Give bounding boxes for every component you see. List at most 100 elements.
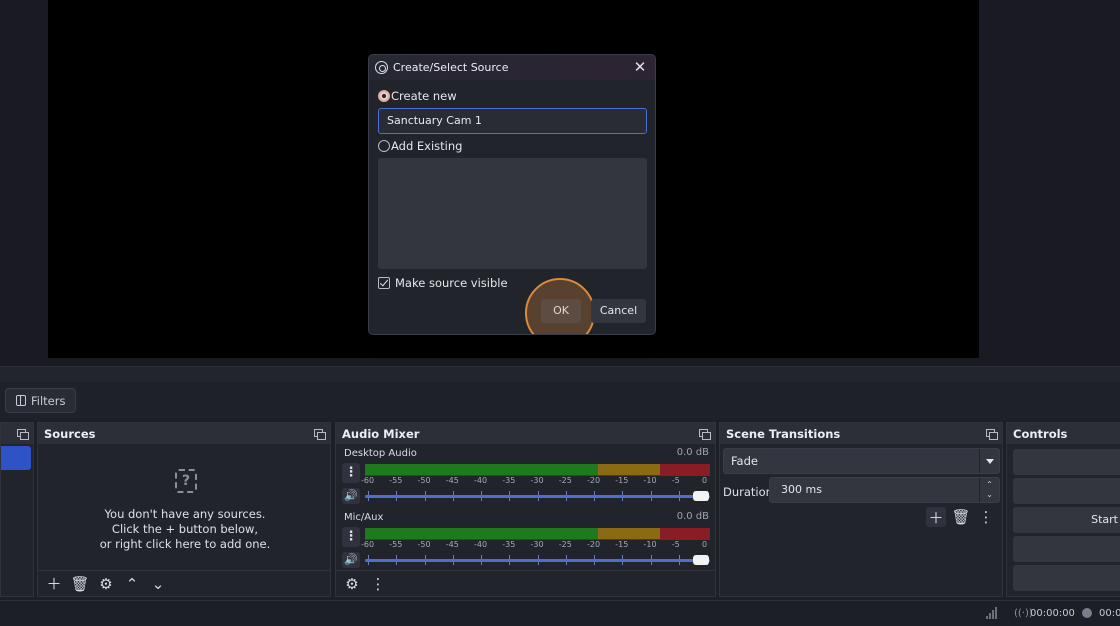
record-icon [1082,608,1092,618]
channel-name: Desktop Audio [344,448,417,459]
add-existing-radio-row[interactable]: Add Existing [378,139,462,153]
empty-line-1: You don't have any sources. [104,507,266,521]
sources-dock-header: Sources [38,423,330,444]
meter-tick-label: -45 [445,540,459,549]
empty-line-3: or right click here to add one. [99,537,271,551]
filters-button[interactable]: Filters [5,388,77,413]
close-icon[interactable]: ✕ [632,59,648,75]
advanced-audio-gear-icon[interactable]: ⚙ [342,574,362,594]
volume-slider-handle[interactable] [693,555,709,565]
make-visible-label: Make source visible [395,276,508,290]
kebab-menu-icon[interactable]: ⋮ [368,574,388,594]
create-new-radio[interactable] [378,90,390,102]
start-recording-button[interactable]: S [1013,478,1120,504]
meter-tick-label: -50 [417,540,431,549]
meter-tick-label: -15 [615,476,629,485]
add-transition-icon[interactable]: ＋ [926,507,946,527]
trash-icon[interactable]: 🗑 [70,574,90,594]
meter-tick-label: -10 [643,476,657,485]
float-dock-icon[interactable] [699,429,711,440]
source-toolbar: Filters [0,382,1120,420]
meter-tick-label: -10 [643,540,657,549]
cancel-button[interactable]: Cancel [591,299,646,323]
meter-tick-label: -50 [417,476,431,485]
rec-time: 00:00 [1099,608,1120,619]
volume-slider-handle[interactable] [693,491,709,501]
controls-dock-header: Controls [1007,423,1120,444]
make-visible-checkbox[interactable] [378,277,390,289]
meter-ticks: -60 -55 -50 -45 -40 -35 -30 -25 -20 -15 -10 -5 0 [361,540,714,552]
channel-level: 0.0 dB [676,447,709,458]
meter-ticks: -60 -55 -50 -45 -40 -35 -30 -25 -20 -15 -10 -5 0 [361,476,714,488]
meter-tick-label: -40 [474,476,488,485]
volume-slider[interactable] [365,559,710,562]
existing-sources-list[interactable] [378,158,647,269]
start-virtual-camera-button[interactable]: Start V [1013,507,1120,533]
ok-button[interactable]: OK [541,299,581,323]
add-existing-label: Add Existing [391,139,463,153]
float-dock-icon[interactable] [986,429,998,440]
kebab-menu-icon[interactable]: ⋮ [342,463,360,483]
start-streaming-button[interactable]: S [1013,449,1120,475]
dialog-title: Create/Select Source [393,61,509,74]
kebab-menu-icon[interactable]: ⋮ [976,507,996,527]
source-name-input[interactable]: Sanctuary Cam 1 [378,108,647,134]
trash-icon[interactable]: 🗑 [951,507,971,527]
transitions-toolbar: ＋ 🗑 ⋮ [926,507,996,527]
add-source-icon[interactable]: ＋ [44,574,64,594]
meter-tick-label: -60 [361,540,375,549]
obs-logo-icon [375,61,388,74]
meter-tick-label: -25 [558,476,572,485]
move-up-icon[interactable]: ⌃ [122,574,142,594]
filter-icon [16,395,26,406]
dock-splitter[interactable] [0,366,1120,382]
mixer-toolbar: ⚙ ⋮ [336,570,715,596]
meter-tick-label: -25 [558,540,572,549]
scenes-dock-header [1,423,33,444]
meter-tick-label: -30 [530,476,544,485]
meter-tick-label: -5 [671,476,680,485]
channel-name: Mic/Aux [344,512,384,523]
speaker-icon[interactable]: 🔊 [342,552,360,568]
gear-icon[interactable]: ⚙ [96,574,116,594]
sources-title: Sources [44,426,96,441]
status-bar: ((·)) 00:00:00 00:00 [0,600,1120,626]
controls-dock: Controls S S Start V [1006,422,1120,597]
speaker-icon[interactable]: 🔊 [342,488,360,504]
scene-transitions-dock: Scene Transitions Fade Duration 300 ms ⌃… [719,422,1003,597]
transitions-dock-header: Scene Transitions [720,423,1002,444]
meter-tick-label: 0 [702,476,708,485]
channel-level: 0.0 dB [676,511,709,522]
settings-button[interactable] [1013,565,1120,591]
meter-tick-label: -30 [530,540,544,549]
make-visible-row[interactable]: Make source visible [378,276,508,290]
spin-arrows-icon[interactable]: ⌃ ⌄ [979,478,999,502]
source-name-value: Sanctuary Cam 1 [387,114,482,127]
mixer-dock-header: Audio Mixer [336,423,715,444]
volume-slider[interactable] [365,495,710,498]
meter-tick-label: 0 [702,540,708,549]
kebab-menu-icon[interactable]: ⋮ [342,527,360,547]
signal-strength-icon [986,607,999,619]
chevron-down-icon[interactable] [979,449,999,473]
filters-label: Filters [31,393,66,408]
meter-tick-label: -55 [389,476,403,485]
create-new-label: Create new [391,89,457,103]
float-dock-icon[interactable] [314,429,326,440]
create-new-radio-row[interactable]: Create new [378,89,457,103]
float-dock-icon[interactable] [17,429,29,440]
scene-list-item-selected[interactable] [1,446,31,470]
duration-spinbox[interactable]: 300 ms ⌃ ⌄ [769,477,1000,503]
meter-tick-label: -20 [587,476,601,485]
sources-toolbar: ＋ 🗑 ⚙ ⌃ ⌄ [38,570,330,596]
move-down-icon[interactable]: ⌄ [148,574,168,594]
meter-tick-label: -35 [502,540,516,549]
add-existing-radio[interactable] [378,140,390,152]
mixer-channel-mic-aux: Mic/Aux 0.0 dB ⋮ -60 -55 -50 -45 -40 -35 -30 -2… [336,508,717,572]
studio-mode-button[interactable] [1013,536,1120,562]
duration-label: Duration [723,485,773,499]
mixer-channel-desktop-audio: Desktop Audio 0.0 dB ⋮ -60 -55 -50 -45 -40 -3… [336,444,717,508]
transition-select[interactable]: Fade [723,448,1000,474]
meter-tick-label: -5 [671,540,680,549]
meter-tick-label: -40 [474,540,488,549]
